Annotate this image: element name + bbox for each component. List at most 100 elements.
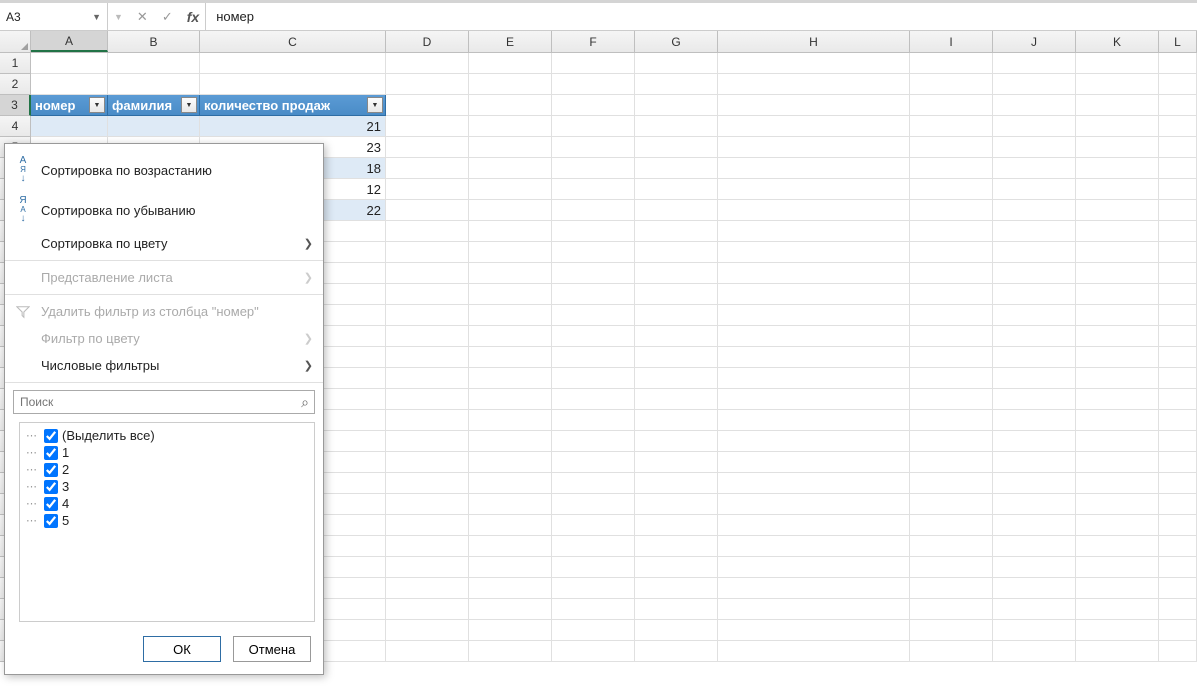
table-header-cell[interactable]: количество продаж xyxy=(200,95,386,116)
cell[interactable] xyxy=(469,95,552,116)
cell[interactable] xyxy=(635,221,718,242)
cell[interactable] xyxy=(469,578,552,599)
cell[interactable]: 21 xyxy=(200,116,386,137)
cell[interactable] xyxy=(993,431,1076,452)
table-header-cell[interactable]: номер xyxy=(31,95,108,116)
select-all-corner[interactable] xyxy=(0,31,31,52)
cell[interactable] xyxy=(1159,95,1197,116)
sort-descending[interactable]: ЯА↓ Сортировка по убыванию xyxy=(5,190,323,230)
cell[interactable] xyxy=(635,242,718,263)
cell[interactable] xyxy=(635,305,718,326)
cell[interactable] xyxy=(993,578,1076,599)
cell[interactable] xyxy=(718,305,910,326)
cell[interactable] xyxy=(469,53,552,74)
column-header-k[interactable]: K xyxy=(1076,31,1159,52)
cell[interactable] xyxy=(993,326,1076,347)
cell[interactable] xyxy=(386,410,469,431)
cell[interactable] xyxy=(635,536,718,557)
cell[interactable] xyxy=(910,578,993,599)
cell[interactable] xyxy=(386,263,469,284)
cell[interactable] xyxy=(1076,494,1159,515)
cell[interactable] xyxy=(1076,242,1159,263)
cell[interactable] xyxy=(552,494,635,515)
cell[interactable] xyxy=(552,74,635,95)
cell[interactable] xyxy=(552,452,635,473)
cell[interactable] xyxy=(718,536,910,557)
cell[interactable] xyxy=(1076,431,1159,452)
cell[interactable] xyxy=(993,221,1076,242)
cell[interactable] xyxy=(993,116,1076,137)
row-header-3[interactable]: 3 xyxy=(0,95,31,116)
cell[interactable] xyxy=(1159,74,1197,95)
cell[interactable] xyxy=(1076,641,1159,662)
cell[interactable] xyxy=(910,137,993,158)
cell[interactable] xyxy=(993,452,1076,473)
filter-dropdown-button[interactable] xyxy=(89,97,105,113)
cell[interactable] xyxy=(386,557,469,578)
cell[interactable] xyxy=(910,452,993,473)
cell[interactable] xyxy=(635,158,718,179)
cell[interactable] xyxy=(552,389,635,410)
cell[interactable] xyxy=(1159,284,1197,305)
filter-option[interactable]: ⋯3 xyxy=(24,478,310,495)
cell[interactable] xyxy=(635,557,718,578)
cell[interactable] xyxy=(718,95,910,116)
cell[interactable] xyxy=(910,242,993,263)
cell[interactable] xyxy=(910,347,993,368)
cell[interactable] xyxy=(993,641,1076,662)
cell[interactable] xyxy=(718,74,910,95)
cell[interactable] xyxy=(910,494,993,515)
cell[interactable] xyxy=(635,599,718,620)
cell[interactable] xyxy=(993,347,1076,368)
cell[interactable] xyxy=(1159,305,1197,326)
cell[interactable] xyxy=(993,305,1076,326)
cell[interactable] xyxy=(993,179,1076,200)
cell[interactable] xyxy=(635,473,718,494)
cell[interactable] xyxy=(469,599,552,620)
cell[interactable] xyxy=(718,263,910,284)
cell[interactable] xyxy=(993,494,1076,515)
cell[interactable] xyxy=(718,557,910,578)
cell[interactable] xyxy=(635,431,718,452)
cell[interactable] xyxy=(386,137,469,158)
cell[interactable] xyxy=(386,473,469,494)
cell[interactable] xyxy=(993,515,1076,536)
cell[interactable] xyxy=(469,347,552,368)
cell[interactable] xyxy=(386,116,469,137)
cell[interactable] xyxy=(469,620,552,641)
cell[interactable] xyxy=(1076,515,1159,536)
cell[interactable] xyxy=(718,410,910,431)
cell[interactable] xyxy=(635,494,718,515)
cell[interactable] xyxy=(469,284,552,305)
cell[interactable] xyxy=(552,284,635,305)
cell[interactable] xyxy=(552,536,635,557)
cell[interactable] xyxy=(1076,95,1159,116)
cell[interactable] xyxy=(1159,221,1197,242)
cell[interactable] xyxy=(635,578,718,599)
cell[interactable] xyxy=(910,473,993,494)
cell[interactable] xyxy=(1159,179,1197,200)
row-header-1[interactable]: 1 xyxy=(0,53,31,74)
cell[interactable] xyxy=(1159,242,1197,263)
column-header-i[interactable]: I xyxy=(910,31,993,52)
cell[interactable] xyxy=(469,242,552,263)
cell[interactable] xyxy=(469,200,552,221)
cell[interactable] xyxy=(469,326,552,347)
cell[interactable] xyxy=(1159,494,1197,515)
cell[interactable] xyxy=(1159,263,1197,284)
cell[interactable] xyxy=(552,137,635,158)
cell[interactable] xyxy=(552,221,635,242)
cell[interactable] xyxy=(910,284,993,305)
cell[interactable] xyxy=(718,431,910,452)
cell[interactable] xyxy=(910,557,993,578)
cell[interactable] xyxy=(1159,347,1197,368)
cell[interactable] xyxy=(552,116,635,137)
cell[interactable] xyxy=(469,221,552,242)
row-header-2[interactable]: 2 xyxy=(0,74,31,95)
cell[interactable] xyxy=(386,641,469,662)
cell[interactable] xyxy=(386,620,469,641)
cell[interactable] xyxy=(910,53,993,74)
cell[interactable] xyxy=(718,515,910,536)
cell[interactable] xyxy=(635,389,718,410)
cell[interactable] xyxy=(635,95,718,116)
